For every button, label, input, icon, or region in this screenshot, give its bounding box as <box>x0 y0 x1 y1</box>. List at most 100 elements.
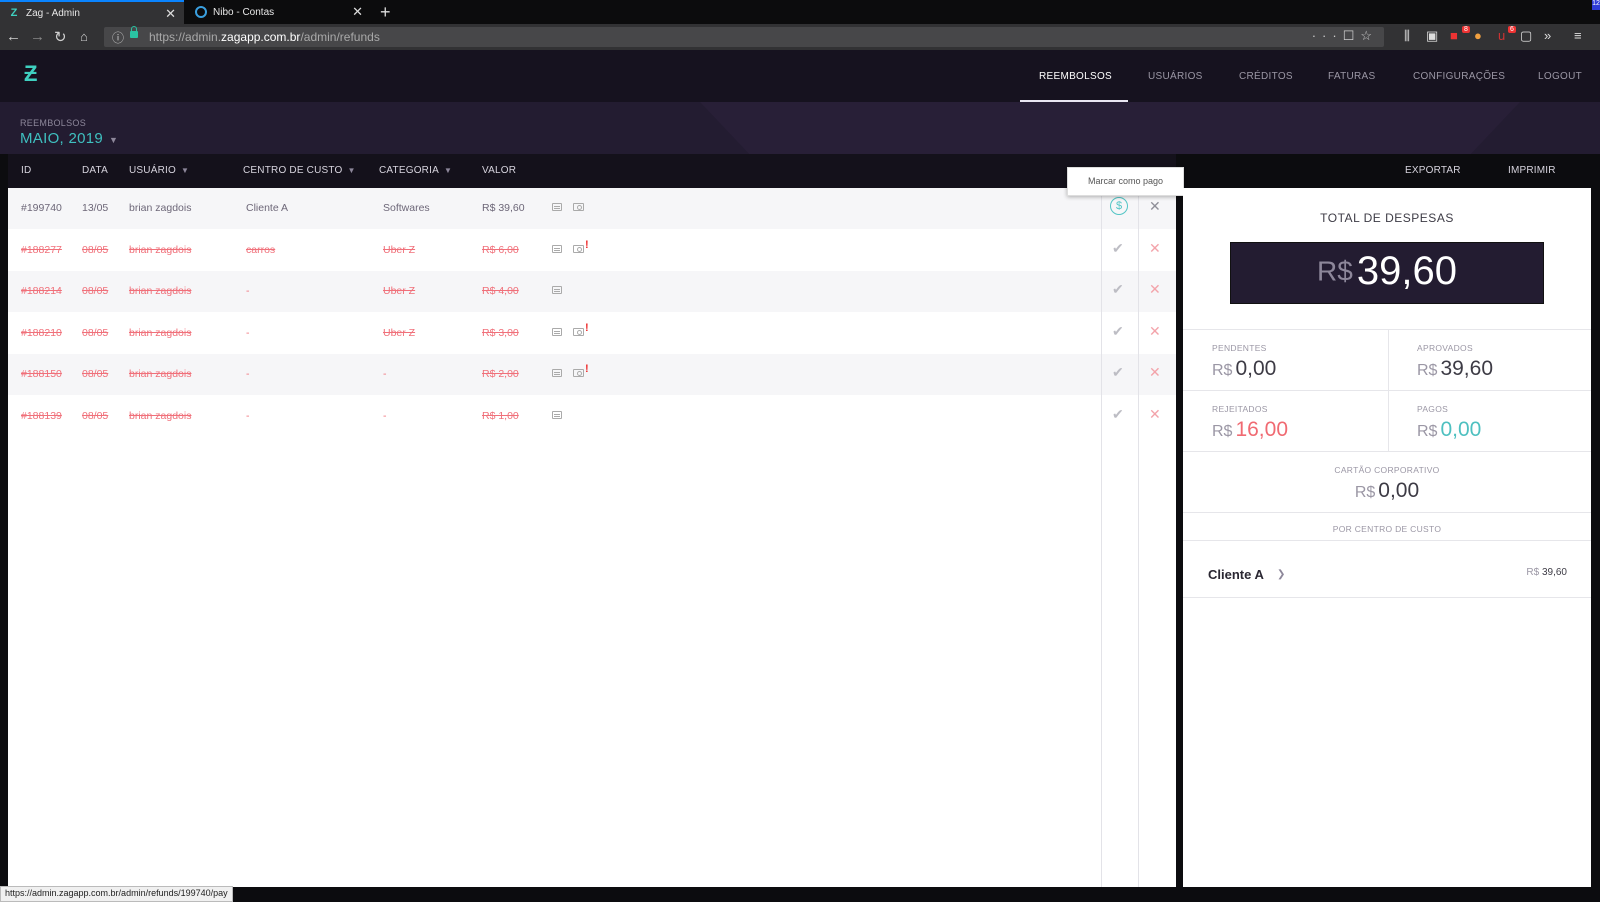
back-icon[interactable]: ← <box>6 28 21 45</box>
browser-tab-nibo[interactable]: Nibo - Contas ✕ <box>187 0 371 24</box>
reject-icon[interactable]: ✕ <box>1149 323 1161 340</box>
browser-tab-zag[interactable]: Z Zag - Admin ✕ <box>0 0 184 24</box>
reject-icon[interactable]: ✕ <box>1149 198 1161 215</box>
nav-usuarios[interactable]: USUÁRIOS <box>1148 71 1203 82</box>
comment-icon[interactable] <box>552 369 562 377</box>
receipt-icon[interactable] <box>573 244 584 253</box>
cell-usuario: brian zagdois <box>129 243 192 256</box>
nav-reembolsos[interactable]: REEMBOLSOS <box>1039 71 1112 82</box>
receipt-icon[interactable] <box>573 203 584 211</box>
reject-icon[interactable]: ✕ <box>1149 406 1161 423</box>
stat-rejeitados: REJEITADOS R$ 16,00 <box>1212 404 1289 441</box>
cell-id[interactable]: #188139 <box>21 410 62 422</box>
nav-creditos[interactable]: CRÉDITOS <box>1239 71 1293 82</box>
browser-tab-bar: Z Zag - Admin ✕ Nibo - Contas ✕ + 12 <box>0 0 1600 24</box>
comment-icon[interactable] <box>552 327 562 336</box>
col-valor: VALOR <box>482 165 517 176</box>
comment-icon[interactable] <box>552 410 562 419</box>
reject-icon[interactable]: ✕ <box>1149 240 1161 257</box>
page-actions-icon[interactable]: ···☐☆ <box>1312 28 1378 44</box>
library-icon[interactable]: ⫼ <box>1404 28 1410 44</box>
col-categoria[interactable]: CATEGORIA ▼ <box>379 165 452 176</box>
table-row[interactable]: #188139 08/05 brian zagdois - - R$ 1,00 ✔ ✕ <box>8 395 1176 437</box>
table-row[interactable]: #188150 08/05 brian zagdois - - R$ 2,00! ✔ ✕ <box>8 354 1176 395</box>
cell-id[interactable]: #188277 <box>21 244 62 256</box>
approve-icon[interactable]: ✔ <box>1112 406 1124 423</box>
cell-categoria: Uber Z <box>383 285 416 297</box>
info-icon[interactable]: ⓘ <box>112 29 124 46</box>
extension-icon[interactable]: ● <box>1474 28 1482 43</box>
comment-icon[interactable] <box>552 203 562 211</box>
close-tab-icon[interactable]: ✕ <box>165 6 176 22</box>
nav-logout[interactable]: LOGOUT <box>1538 71 1582 82</box>
reject-icon[interactable]: ✕ <box>1149 364 1161 381</box>
cell-data: 08/05 <box>82 409 109 422</box>
summary-title: TOTAL DE DESPESAS <box>1320 211 1454 225</box>
chevron-right-icon: ❯ <box>1277 569 1286 580</box>
comment-icon[interactable] <box>552 244 562 253</box>
reject-icon[interactable]: ✕ <box>1149 281 1161 298</box>
overflow-icon[interactable]: » <box>1544 28 1551 43</box>
corner-badge: 12 <box>1592 0 1600 10</box>
forward-icon[interactable]: → <box>30 28 45 45</box>
zag-logo[interactable]: Ƶ <box>24 63 42 85</box>
chevron-down-icon: ▼ <box>347 166 356 175</box>
divider <box>1183 329 1591 330</box>
ublock-icon[interactable]: u <box>1498 28 1505 43</box>
cell-id[interactable]: #188210 <box>21 327 62 339</box>
approve-icon[interactable]: ✔ <box>1112 281 1124 298</box>
cell-categoria: Softwares <box>383 202 430 214</box>
extension-badge: 6 <box>1508 26 1516 33</box>
chevron-down-icon: ▼ <box>109 135 119 145</box>
por-centro-heading: POR CENTRO DE CUSTO <box>1332 524 1442 534</box>
cell-usuario: brian zagdois <box>129 409 192 422</box>
cell-centro: - <box>246 368 250 380</box>
cell-valor: R$ 1,00 <box>482 409 519 422</box>
cost-center-name: Cliente A <box>1208 567 1264 582</box>
extension-icon[interactable]: ■ <box>1450 28 1458 43</box>
cell-id[interactable]: #188150 <box>21 368 62 380</box>
tab-title: Zag - Admin <box>26 7 80 19</box>
export-button[interactable]: EXPORTAR <box>1405 165 1461 176</box>
alert-icon: ! <box>585 363 589 375</box>
new-tab-icon[interactable]: + <box>380 2 391 23</box>
nav-faturas[interactable]: FATURAS <box>1328 71 1375 82</box>
cell-categoria: - <box>383 368 387 380</box>
col-usuario[interactable]: USUÁRIO ▼ <box>129 165 189 176</box>
cell-data: 08/05 <box>82 243 109 256</box>
stat-pagos: PAGOS R$ 0,00 <box>1417 404 1482 441</box>
address-bar[interactable]: ⓘ https://admin.zagapp.com.br/admin/refu… <box>104 26 1384 47</box>
col-centro[interactable]: CENTRO DE CUSTO ▼ <box>243 165 356 176</box>
print-button[interactable]: IMPRIMIR <box>1508 165 1556 176</box>
comment-icon[interactable] <box>552 286 562 294</box>
close-tab-icon[interactable]: ✕ <box>352 4 363 20</box>
cell-categoria: Uber Z <box>383 243 416 256</box>
approve-icon[interactable]: ✔ <box>1112 240 1124 257</box>
action-column-divider <box>1138 188 1139 887</box>
table-row[interactable]: #199740 13/05 brian zagdois Cliente A Softwa… <box>8 188 1176 229</box>
menu-icon[interactable]: ≡ <box>1574 28 1582 43</box>
cost-center-row[interactable]: Cliente A ❯ R$ 39,60 <box>1183 553 1591 597</box>
extension-icon[interactable]: ▢ <box>1520 28 1532 44</box>
cost-center-value: R$ 39,60 <box>1526 567 1567 578</box>
month-label: MAIO, 2019 <box>20 130 104 147</box>
receipt-icon[interactable] <box>573 327 584 336</box>
cell-id[interactable]: #188214 <box>21 285 62 297</box>
reload-icon[interactable]: ↻ <box>54 28 67 46</box>
refunds-table: ID DATA USUÁRIO ▼ CENTRO DE CUSTO ▼ CATEGO… <box>8 154 1556 887</box>
month-selector[interactable]: MAIO, 2019 ▼ <box>20 130 118 147</box>
sidebar-icon[interactable]: ▣ <box>1426 28 1438 44</box>
mark-paid-tooltip: Marcar como pago <box>1067 167 1184 196</box>
nav-configuracoes[interactable]: CONFIGURAÇÕES <box>1413 71 1505 82</box>
receipt-icon[interactable] <box>573 369 584 377</box>
cell-centro: Cliente A <box>246 202 289 214</box>
table-row[interactable]: #188277 08/05 brian zagdois carros Uber Z R$ … <box>8 229 1176 271</box>
approve-icon[interactable]: ✔ <box>1112 323 1124 340</box>
home-icon[interactable]: ⌂ <box>80 29 88 44</box>
table-row[interactable]: #188210 08/05 brian zagdois - Uber Z R$ 3,00!… <box>8 312 1176 354</box>
cell-id[interactable]: #199740 <box>21 202 62 214</box>
approve-icon[interactable]: ✔ <box>1112 364 1124 381</box>
mark-paid-icon[interactable]: $ <box>1110 197 1128 215</box>
table-row[interactable]: #188214 08/05 brian zagdois - Uber Z R$ 4,00 ✔… <box>8 271 1176 312</box>
col-data: DATA <box>82 165 108 176</box>
